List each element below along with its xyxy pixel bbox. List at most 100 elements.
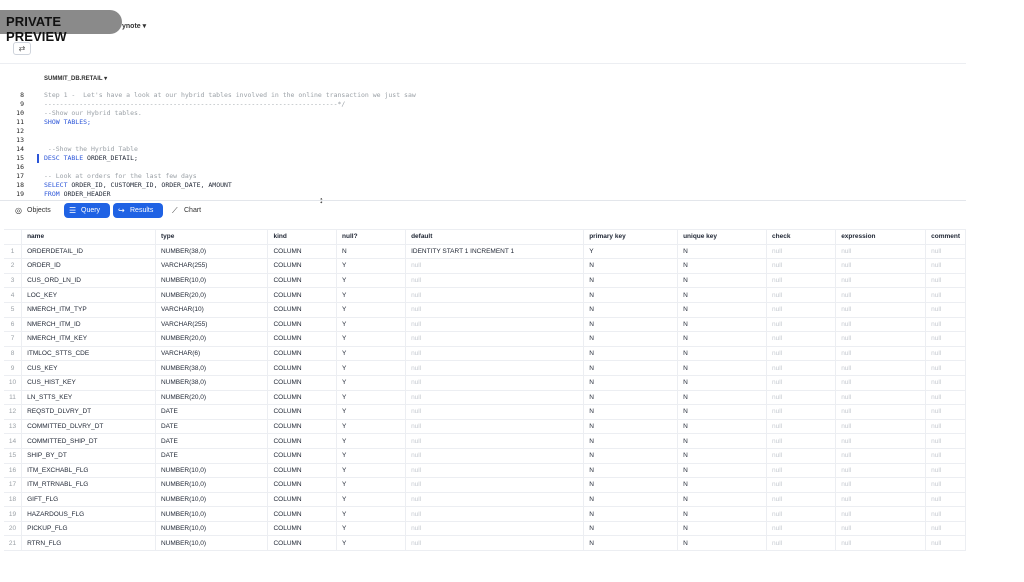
table-cell[interactable]: N [677, 375, 768, 391]
table-cell[interactable]: N [677, 317, 768, 333]
code-line[interactable]: 14 --Show the Hyrbid Table [0, 145, 966, 154]
table-cell[interactable]: N [583, 433, 679, 449]
table-cell[interactable]: COLUMN [267, 317, 338, 333]
table-row[interactable]: 15 SHIP_BY_DT DATE COLUMN Ynull N Nnull null nul… [4, 448, 966, 464]
table-cell[interactable]: COLUMN [267, 390, 338, 406]
table-cell[interactable]: null [835, 404, 927, 420]
table-cell[interactable]: DATE [155, 419, 269, 435]
table-cell[interactable]: null [766, 419, 837, 435]
code-line[interactable]: 18 SELECT ORDER_ID, CUSTOMER_ID, ORDER_DA… [0, 181, 966, 190]
table-cell[interactable]: N [583, 287, 679, 303]
table-cell[interactable]: null [925, 448, 966, 464]
table-cell[interactable]: N [677, 273, 768, 289]
column-header[interactable]: kind [267, 229, 338, 245]
table-cell[interactable]: N [583, 535, 679, 552]
table-cell[interactable]: NUMBER(10,0) [155, 492, 269, 508]
table-row[interactable]: 3 CUS_ORD_LN_ID NUMBER(10,0) COLUMN Ynull N Nn… [4, 273, 966, 289]
table-row[interactable]: 11 LN_STTS_KEY NUMBER(20,0) COLUMN Ynull N Nnu… [4, 390, 966, 406]
table-cell[interactable]: null [766, 492, 837, 508]
table-cell[interactable]: null [925, 404, 966, 420]
table-cell[interactable]: null [835, 492, 927, 508]
table-cell[interactable]: null [405, 521, 585, 537]
table-cell[interactable]: Y [336, 287, 407, 303]
table-cell[interactable]: COLUMN [267, 346, 338, 362]
table-cell[interactable]: NUMBER(10,0) [155, 477, 269, 493]
table-cell[interactable]: null [835, 317, 927, 333]
table-cell[interactable]: null [405, 535, 585, 552]
table-cell[interactable]: Y [336, 390, 407, 406]
column-header[interactable]: unique key [677, 229, 768, 245]
table-cell[interactable]: null [766, 375, 837, 391]
table-cell[interactable]: NMERCH_ITM_ID [21, 317, 156, 333]
table-cell[interactable]: null [766, 258, 837, 274]
code-line[interactable]: 17 -- Look at orders for the last few day… [0, 172, 966, 181]
tab-objects[interactable]: ◎ Objects [10, 203, 62, 218]
table-cell[interactable]: N [677, 448, 768, 464]
table-cell[interactable]: null [405, 463, 585, 479]
table-cell[interactable]: Y [336, 521, 407, 537]
code-line[interactable]: 16 [0, 163, 966, 172]
table-cell[interactable]: COLUMN [267, 492, 338, 508]
table-cell[interactable]: null [925, 463, 966, 479]
table-cell[interactable]: N [677, 360, 768, 376]
table-cell[interactable]: NUMBER(20,0) [155, 331, 269, 347]
table-cell[interactable]: REQSTD_DLVRY_DT [21, 404, 156, 420]
table-cell[interactable]: null [835, 360, 927, 376]
table-cell[interactable]: GIFT_FLG [21, 492, 156, 508]
table-cell[interactable]: Y [336, 258, 407, 274]
table-cell[interactable]: ORDERDETAIL_ID [21, 244, 156, 260]
table-cell[interactable]: null [925, 492, 966, 508]
table-cell[interactable]: null [766, 360, 837, 376]
table-cell[interactable]: N [583, 477, 679, 493]
table-cell[interactable]: ITMLOC_STTS_CDE [21, 346, 156, 362]
table-cell[interactable]: N [677, 433, 768, 449]
table-cell[interactable]: COLUMN [267, 360, 338, 376]
database-context-selector[interactable]: SUMMIT_DB.RETAIL ▾ [44, 75, 107, 82]
table-cell[interactable]: null [405, 258, 585, 274]
table-cell[interactable]: Y [336, 404, 407, 420]
table-cell[interactable]: NUMBER(38,0) [155, 244, 269, 260]
table-cell[interactable]: null [766, 463, 837, 479]
table-cell[interactable]: N [583, 375, 679, 391]
table-cell[interactable]: CUS_ORD_LN_ID [21, 273, 156, 289]
tab-chart[interactable]: ⟋ Chart [167, 203, 213, 218]
table-cell[interactable]: COLUMN [267, 506, 338, 522]
table-row[interactable]: 14 COMMITTED_SHIP_DT DATE COLUMN Ynull N Nnull… [4, 433, 966, 449]
table-cell[interactable]: null [766, 448, 837, 464]
table-cell[interactable]: null [925, 346, 966, 362]
table-cell[interactable]: Y [336, 317, 407, 333]
table-cell[interactable]: ORDER_ID [21, 258, 156, 274]
table-cell[interactable]: null [405, 433, 585, 449]
table-cell[interactable]: N [583, 521, 679, 537]
table-cell[interactable]: null [405, 331, 585, 347]
table-cell[interactable]: null [766, 477, 837, 493]
table-cell[interactable]: Y [336, 302, 407, 318]
table-row[interactable]: 9 CUS_KEY NUMBER(38,0) COLUMN Ynull N Nnull nul… [4, 360, 966, 376]
table-cell[interactable]: N [583, 258, 679, 274]
table-cell[interactable]: NUMBER(10,0) [155, 506, 269, 522]
table-cell[interactable]: NMERCH_ITM_KEY [21, 331, 156, 347]
table-cell[interactable]: null [925, 258, 966, 274]
table-cell[interactable]: null [766, 317, 837, 333]
table-row[interactable]: 20 PICKUP_FLG NUMBER(10,0) COLUMN Ynull N Nnul… [4, 521, 966, 537]
table-row[interactable]: 1 ORDERDETAIL_ID NUMBER(38,0) COLUMN N IDENTI… [4, 244, 966, 260]
column-header[interactable]: name [21, 229, 156, 245]
table-cell[interactable]: COLUMN [267, 331, 338, 347]
code-line[interactable]: 8 Step 1 - Let's have a look at our hybri… [0, 91, 966, 100]
table-cell[interactable]: COLUMN [267, 375, 338, 391]
table-cell[interactable]: null [925, 433, 966, 449]
table-cell[interactable]: VARCHAR(255) [155, 317, 269, 333]
code-line[interactable]: 10 --Show our Hybrid tables. [0, 109, 966, 118]
table-cell[interactable]: null [405, 448, 585, 464]
table-cell[interactable]: RTRN_FLG [21, 535, 156, 552]
table-row[interactable]: 7 NMERCH_ITM_KEY NUMBER(20,0) COLUMN Ynull N N… [4, 331, 966, 347]
table-cell[interactable]: Y [336, 506, 407, 522]
table-cell[interactable]: Y [336, 346, 407, 362]
table-cell[interactable]: N [677, 477, 768, 493]
sql-editor[interactable]: 8 Step 1 - Let's have a look at our hybri… [0, 91, 966, 201]
column-header[interactable]: primary key [583, 229, 679, 245]
table-cell[interactable]: null [766, 433, 837, 449]
table-cell[interactable]: COLUMN [267, 521, 338, 537]
table-cell[interactable]: null [835, 419, 927, 435]
table-cell[interactable]: null [405, 346, 585, 362]
